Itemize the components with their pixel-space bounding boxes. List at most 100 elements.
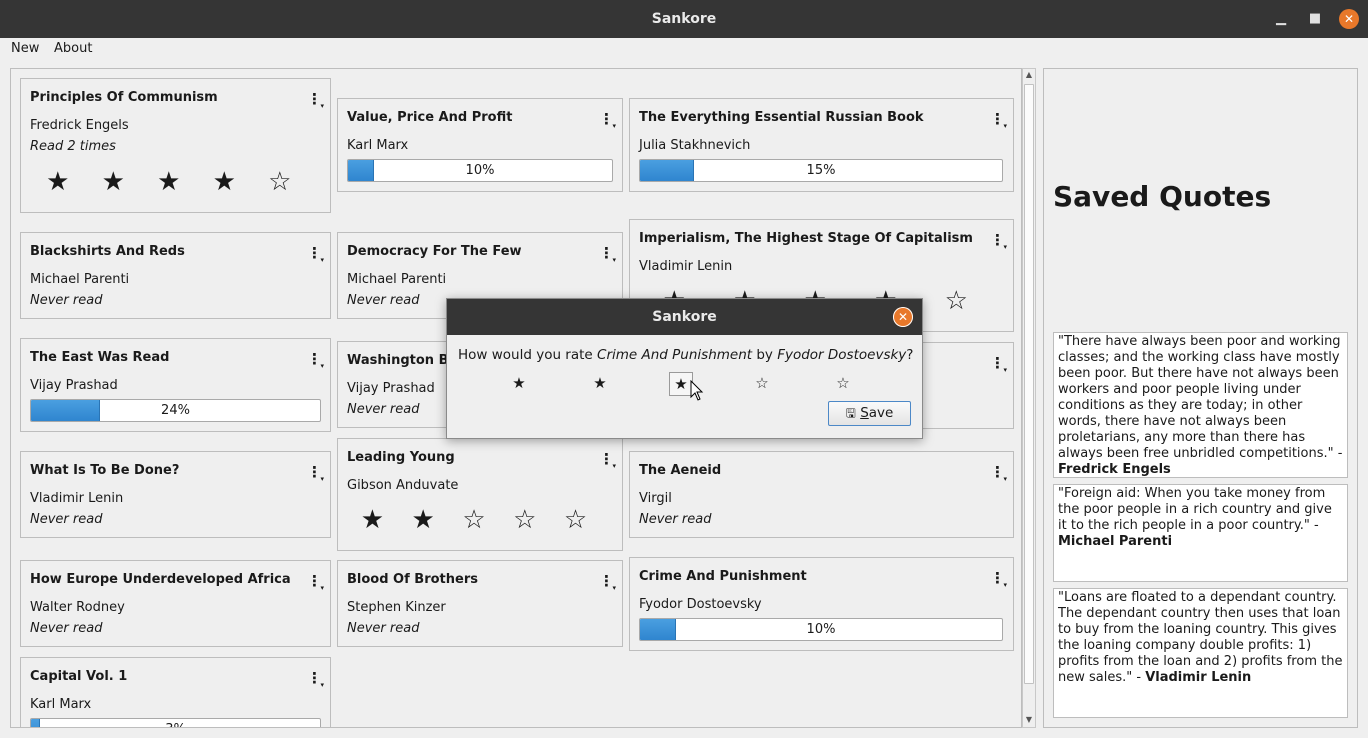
filled-star-icon[interactable]: ★ [347, 505, 398, 535]
book-title: How Europe Underdeveloped Africa [30, 572, 291, 587]
book-author: Karl Marx [30, 697, 92, 712]
book-author: Virgil [639, 491, 672, 506]
close-icon[interactable]: ✕ [1339, 9, 1359, 29]
book-author: Vladimir Lenin [30, 491, 124, 506]
quote-card[interactable]: "Loans are floated to a dependant countr… [1053, 588, 1348, 718]
book-card[interactable]: Leading Young ⋮ ▾ Gibson Anduvate ★ ★ ☆ ☆ ☆ [337, 438, 623, 551]
save-mnemonic: S [860, 405, 869, 421]
book-title: Imperialism, The Highest Stage Of Capita… [639, 231, 973, 246]
kebab-menu-icon[interactable]: ⋮▾ [307, 670, 324, 689]
kebab-menu-icon[interactable]: ⋮▾ [307, 91, 324, 110]
kebab-menu-icon[interactable]: ⋮▾ [307, 464, 324, 483]
reading-progress: 10% [639, 618, 1003, 641]
book-title: What Is To Be Done? [30, 463, 180, 478]
kebab-menu-icon[interactable]: ⋮▾ [990, 232, 1007, 251]
book-title: Blood Of Brothers [347, 572, 478, 587]
scroll-thumb[interactable] [1024, 84, 1034, 684]
kebab-menu-icon[interactable]: ⋮▾ [307, 573, 324, 592]
save-icon: 🖫 [845, 406, 856, 420]
filled-star-icon[interactable]: ★ [197, 167, 253, 197]
book-card[interactable]: Capital Vol. 1 ⋮▾ Karl Marx 3% [20, 657, 331, 727]
filled-star-icon[interactable]: ★ [141, 167, 197, 197]
book-author: Walter Rodney [30, 600, 125, 615]
read-status: Never read [30, 512, 103, 527]
empty-star-icon[interactable]: ☆ [499, 505, 550, 535]
empty-star-icon[interactable]: ☆ [252, 167, 308, 197]
read-status: Never read [347, 402, 420, 417]
book-card[interactable]: Principles Of Communism ⋮ ▾ Fredrick Enge… [20, 78, 331, 213]
question-book-author: Fyodor Dostoevsky [777, 347, 907, 363]
reading-progress: 3% [30, 718, 321, 727]
question-book-title: Crime And Punishment [597, 347, 753, 363]
window-title: Sankore [651, 11, 717, 27]
book-title: Leading Young [347, 450, 455, 465]
filled-star-icon[interactable]: ★ [30, 167, 86, 197]
kebab-menu-icon[interactable]: ⋮▾ [599, 451, 616, 470]
kebab-menu-icon[interactable]: ⋮▾ [599, 245, 616, 264]
book-card[interactable]: How Europe Underdeveloped Africa ⋮ ▾ Walt… [20, 560, 331, 647]
kebab-menu-icon[interactable]: ⋮▾ [990, 355, 1007, 374]
kebab-menu-icon[interactable]: ⋮▾ [990, 464, 1007, 483]
filled-star-icon[interactable]: ★ [86, 167, 142, 197]
book-title: The Everything Essential Russian Book [639, 110, 924, 125]
book-author: Michael Parenti [347, 272, 447, 287]
read-status: Never read [30, 621, 103, 636]
maximize-icon[interactable]: ■ [1305, 9, 1325, 29]
menu-new[interactable]: New [11, 39, 39, 58]
progress-label: 15% [806, 163, 836, 178]
kebab-menu-icon[interactable]: ⋮▾ [599, 573, 616, 592]
book-card[interactable]: What Is To Be Done? ⋮ ▾ Vladimir Lenin Ne… [20, 451, 331, 538]
read-status: Never read [639, 512, 712, 527]
empty-star-icon[interactable]: ☆ [449, 505, 500, 535]
progress-label: 3% [31, 719, 320, 727]
rating-star-1-icon[interactable]: ★ [507, 372, 531, 396]
kebab-menu-icon[interactable]: ⋮▾ [990, 570, 1007, 589]
book-author: Vladimir Lenin [639, 259, 733, 274]
book-title: Capital Vol. 1 [30, 669, 128, 684]
empty-star-icon[interactable]: ☆ [921, 286, 992, 316]
kebab-menu-icon[interactable]: ⋮▾ [307, 351, 324, 370]
rating-star-4-icon[interactable]: ☆ [750, 372, 774, 396]
progress-label: 10% [806, 622, 836, 637]
book-card[interactable]: The Everything Essential Russian Book ⋮ ▾… [629, 98, 1014, 192]
progress-label: 24% [161, 403, 190, 418]
question-by: by [752, 347, 778, 363]
quotes-heading: Saved Quotes [1053, 180, 1272, 213]
book-card[interactable]: Value, Price And Profit ⋮ ▾ Karl Marx 10% [337, 98, 623, 192]
book-card[interactable]: Crime And Punishment ⋮ ▾ Fyodor Dostoevsk… [629, 557, 1014, 651]
read-status: Never read [30, 293, 103, 308]
book-card[interactable]: Blackshirts And Reds ⋮ ▾ Michael Parenti … [20, 232, 331, 319]
book-card[interactable]: Blood Of Brothers ⋮ ▾ Stephen Kinzer Neve… [337, 560, 623, 647]
kebab-menu-icon[interactable]: ⋮▾ [307, 245, 324, 264]
filled-star-icon[interactable]: ★ [398, 505, 449, 535]
book-author: Michael Parenti [30, 272, 130, 287]
book-card[interactable]: The Aeneid ⋮ ▾ Virgil Never read [629, 451, 1014, 538]
book-title: Value, Price And Profit [347, 110, 513, 125]
book-title: Blackshirts And Reds [30, 244, 185, 259]
kebab-menu-icon[interactable]: ⋮▾ [990, 111, 1007, 130]
minimize-icon[interactable]: ▁ [1271, 9, 1291, 29]
quote-author: Michael Parenti [1058, 534, 1173, 549]
rating-star-2-icon[interactable]: ★ [588, 372, 612, 396]
quote-author: Vladimir Lenin [1145, 670, 1252, 685]
progress-label: 10% [465, 163, 495, 178]
book-author: Julia Stakhnevich [639, 138, 751, 153]
save-button[interactable]: 🖫 Save [828, 401, 911, 426]
scroll-up-icon[interactable]: ▲ [1023, 69, 1035, 81]
question-suffix: ? [906, 347, 914, 363]
book-title: Principles Of Communism [30, 90, 218, 105]
quote-card[interactable]: "Foreign aid: When you take money from t… [1053, 484, 1348, 582]
dialog-close-icon[interactable]: ✕ [893, 307, 913, 327]
kebab-menu-icon[interactable]: ⋮▾ [599, 111, 616, 130]
scroll-down-icon[interactable]: ▼ [1023, 714, 1035, 726]
book-card[interactable]: The East Was Read ⋮ ▾ Vijay Prashad 24% [20, 338, 331, 432]
quote-card[interactable]: "There have always been poor and working… [1053, 332, 1348, 478]
star-rating: ★★★★☆ [30, 167, 308, 197]
menu-about[interactable]: About [54, 39, 92, 58]
book-author: Fyodor Dostoevsky [639, 597, 762, 612]
book-title: The Aeneid [639, 463, 722, 478]
rating-star-5-icon[interactable]: ☆ [831, 372, 855, 396]
empty-star-icon[interactable]: ☆ [550, 505, 601, 535]
read-status: Never read [347, 621, 420, 636]
dialog-title: Sankore [652, 309, 717, 325]
